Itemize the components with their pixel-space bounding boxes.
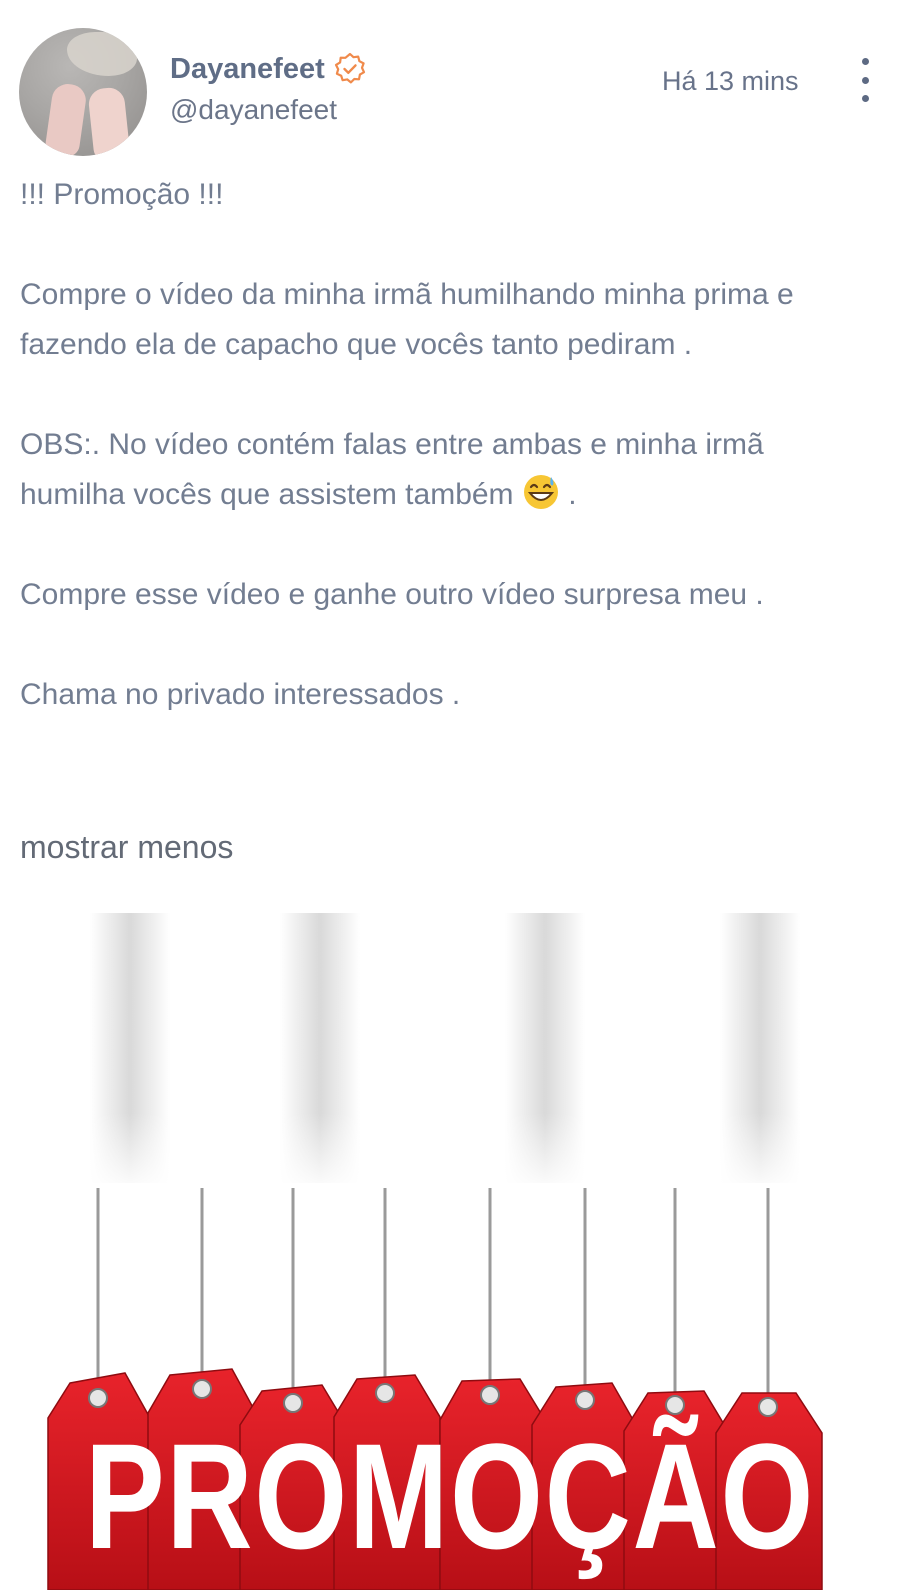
avatar-photo-detail <box>44 81 88 156</box>
post-text-paragraph: Compre o vídeo da minha irmã humilhando … <box>20 278 794 361</box>
promo-banner-text: PROMOÇÃO <box>85 1412 815 1580</box>
more-options-button[interactable] <box>853 58 877 102</box>
promo-banner-image: PROMOÇÃO <box>0 913 900 1590</box>
sweat-smile-emoji <box>523 475 558 509</box>
post-text-fragment: OBS:. No vídeo contém falas entre ambas … <box>20 428 764 511</box>
post-text-line: !!! Promoção !!! <box>20 178 224 211</box>
post-text-paragraph: OBS:. No vídeo contém falas entre ambas … <box>20 420 820 520</box>
post-header: Dayanefeet @dayanefeet Há 13 mins <box>0 0 900 170</box>
author-name-row: Dayanefeet <box>170 52 367 86</box>
post-media-image[interactable]: PROMOÇÃO <box>0 913 900 1590</box>
avatar-photo-detail <box>87 86 131 156</box>
verified-badge-icon <box>334 52 365 84</box>
avatar[interactable] <box>19 28 147 156</box>
author-display-name[interactable]: Dayanefeet <box>170 53 325 86</box>
post-timestamp: Há 13 mins <box>662 66 799 96</box>
post-body: !!! Promoção !!! Compre o vídeo da minha… <box>20 170 886 720</box>
post-text-paragraph: Compre esse vídeo e ganhe outro vídeo su… <box>20 578 764 611</box>
avatar-photo-detail <box>67 32 137 76</box>
more-vertical-icon <box>861 95 869 102</box>
show-less-link[interactable]: mostrar menos <box>20 829 233 866</box>
more-vertical-icon <box>861 76 869 84</box>
more-vertical-icon <box>861 58 869 65</box>
post-text-fragment: . <box>559 478 577 511</box>
author-handle[interactable]: @dayanefeet <box>170 94 337 126</box>
post-text-paragraph: Chama no privado interessados . <box>20 678 461 711</box>
